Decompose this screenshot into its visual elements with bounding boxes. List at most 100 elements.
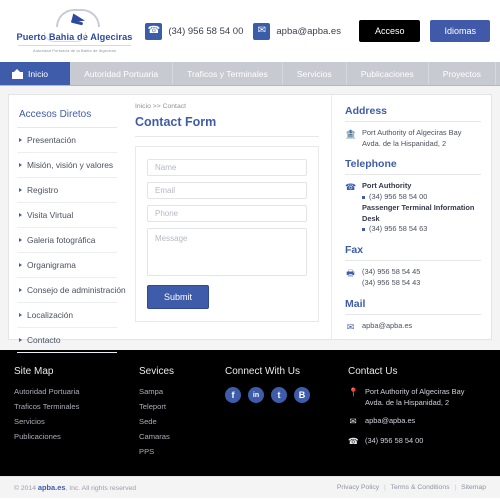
footer-link-traficos-terminales[interactable]: Traficos Terminales [14,402,139,411]
phone-icon: ☎ [145,22,163,40]
header-phone[interactable]: ☎ (34) 956 58 54 00 [145,22,243,40]
logo-wave-icon [44,32,86,42]
sidebar-item-label: Contacto [27,335,61,345]
sidebar-title: Accesos Diretos [17,105,117,128]
mail-icon: ✉ [349,416,357,427]
footer-contact-heading: Contact Us [348,366,398,377]
brand-name: apba.es [37,483,66,492]
linkedin-icon[interactable]: in [248,387,264,403]
footer-email-text: apba@apba.es [365,416,416,426]
nav-item-servicios[interactable]: Servicios [283,62,347,85]
footer-phone[interactable]: ☎ (34) 956 58 54 00 [348,436,486,448]
main-content: Inicio >> Contact Contact Form Submit [125,95,331,339]
mail-block: ✉ apba@apba.es [345,321,481,333]
sidebar-item-label: Registro [27,185,59,195]
footer-link-teleport[interactable]: Teleport [139,402,225,411]
sidebar-item-organigrama[interactable]: Organigrama [17,253,117,278]
footer-link-publicaciones[interactable]: Publicaciones [14,432,139,441]
phone-input[interactable] [147,205,307,222]
mail-address[interactable]: apba@apba.es [362,321,412,332]
nav-item-proyectos[interactable]: Proyectos [429,62,496,85]
sidebar-item-visita-virtual[interactable]: Visita Virtual [17,203,117,228]
location-pin-icon: 📍 [348,387,359,397]
sidebar-item-localizacion[interactable]: Localización [17,303,117,328]
copyright: © 2014 apba.es, Inc. All rights reserved [14,483,136,492]
page-title: Contact Form [135,115,319,137]
logo-subtitle: Autoridad Portuaria de la Bahia de Algec… [33,47,116,53]
footer-link-camaras[interactable]: Camaras [139,432,225,441]
contact-info-panel: Address 🏦 Port Authority of Algeciras Ba… [331,95,491,339]
sidebar: Accesos Diretos Presentación Misión, vis… [9,95,126,353]
header-email[interactable]: ✉ apba@apba.es [253,22,341,40]
idiomas-button[interactable]: Idiomas [430,20,490,42]
site-header: Puerto Bahia de Algeciras Autoridad Port… [0,0,500,62]
mail-icon: ✉ [346,321,355,332]
nav-item-autoridad-portuaria[interactable]: Autoridad Portuaria [70,62,174,85]
telephone-label-2: Passenger Terminal Information Desk [362,202,475,223]
chevron-right-icon [19,163,22,167]
copyright-suffix: , Inc. All rights reserved [65,485,137,492]
phone-icon: ☎ [345,182,357,193]
legal-links: Privacy Policy | Terms & Conditions | Si… [337,484,486,491]
telephone-block: ☎ Port Authority (34) 956 58 54 00 Passe… [345,181,481,235]
copyright-prefix: © 2014 [14,485,38,492]
header-email-text: apba@apba.es [276,25,341,37]
footer-link-sede[interactable]: Sede [139,417,225,426]
telephone-label-1: Port Authority [362,181,412,191]
mail-heading: Mail [345,298,481,315]
address-heading: Address [345,105,481,122]
nav-item-inicio[interactable]: Inicio [0,62,71,85]
footer-connect-heading: Connect With Us [225,366,301,377]
sidebar-item-registro[interactable]: Registro [17,178,117,203]
sidebar-item-consejo-de-administracion[interactable]: Consejo de administración [17,278,126,303]
footer-link-sampa[interactable]: Sampa [139,387,225,396]
nav-item-traficos-y-terminales[interactable]: Traficos y Terminales [173,62,283,85]
footer-contact-column: Contact Us 📍 Port Authority of Algeciras… [348,366,486,476]
sidebar-item-contacto[interactable]: Contacto [17,328,117,353]
address-block: 🏦 Port Authority of Algeciras Bay Avda. … [345,128,481,149]
blogger-icon[interactable]: B [294,387,310,403]
sidebar-item-galeria-fotografica[interactable]: Galeria fotográfica [17,228,117,253]
email-input[interactable] [147,182,307,199]
twitter-icon[interactable]: t [271,387,287,403]
footer-link-pps[interactable]: PPS [139,447,225,456]
page-body: Accesos Diretos Presentación Misión, vis… [0,86,500,353]
footer-connect-column: Connect With Us f in t B [225,366,348,476]
sitemap-link[interactable]: Sitemap [461,484,486,491]
chevron-right-icon [19,138,22,142]
bank-icon [12,68,23,79]
chevron-right-icon [19,213,22,217]
sidebar-item-presentacion[interactable]: Presentación [17,128,117,153]
privacy-policy-link[interactable]: Privacy Policy [337,484,379,491]
logo-graphic [14,9,135,31]
chevron-right-icon [19,313,22,317]
bottom-bar: © 2014 apba.es, Inc. All rights reserved… [0,476,500,498]
message-textarea[interactable] [147,228,307,276]
submit-button[interactable]: Submit [147,285,210,309]
sidebar-item-label: Visita Virtual [27,210,74,220]
name-input[interactable] [147,159,307,176]
fax-number-1: (34) 956 58 54 45 [362,267,421,277]
footer-link-autoridad-portuaria[interactable]: Autoridad Portuaria [14,387,139,396]
bank-icon: 🏦 [345,129,357,139]
telephone-number-1: (34) 956 58 54 00 [362,192,481,203]
chevron-right-icon [19,288,22,292]
main-navigation: Inicio Autoridad Portuaria Traficos y Te… [0,62,500,86]
logo-divider [18,44,131,46]
footer-link-servicios[interactable]: Servicios [14,417,139,426]
sidebar-item-mision-vision-y-valores[interactable]: Misión, visión y valores [17,153,117,178]
terms-conditions-link[interactable]: Terms & Conditions [391,484,450,491]
acceso-button[interactable]: Acceso [358,20,421,42]
footer-address-line1: Port Authority of Algeciras Bay [365,387,465,396]
sidebar-item-label: Misión, visión y valores [27,160,114,170]
address-line1: Port Authority of Algeciras Bay [362,128,462,137]
fax-block: 🖶 (34) 956 58 54 45 (34) 956 58 54 43 [345,267,481,288]
site-logo[interactable]: Puerto Bahia de Algeciras Autoridad Port… [0,9,135,53]
nav-item-label: Inicio [28,68,49,79]
nav-item-publicaciones[interactable]: Publicaciones [347,62,429,85]
sidebar-item-label: Organigrama [27,260,76,270]
sidebar-item-label: Localización [27,310,74,320]
facebook-icon[interactable]: f [225,387,241,403]
footer-email[interactable]: ✉ apba@apba.es [348,416,486,428]
contact-form: Submit [135,146,319,322]
